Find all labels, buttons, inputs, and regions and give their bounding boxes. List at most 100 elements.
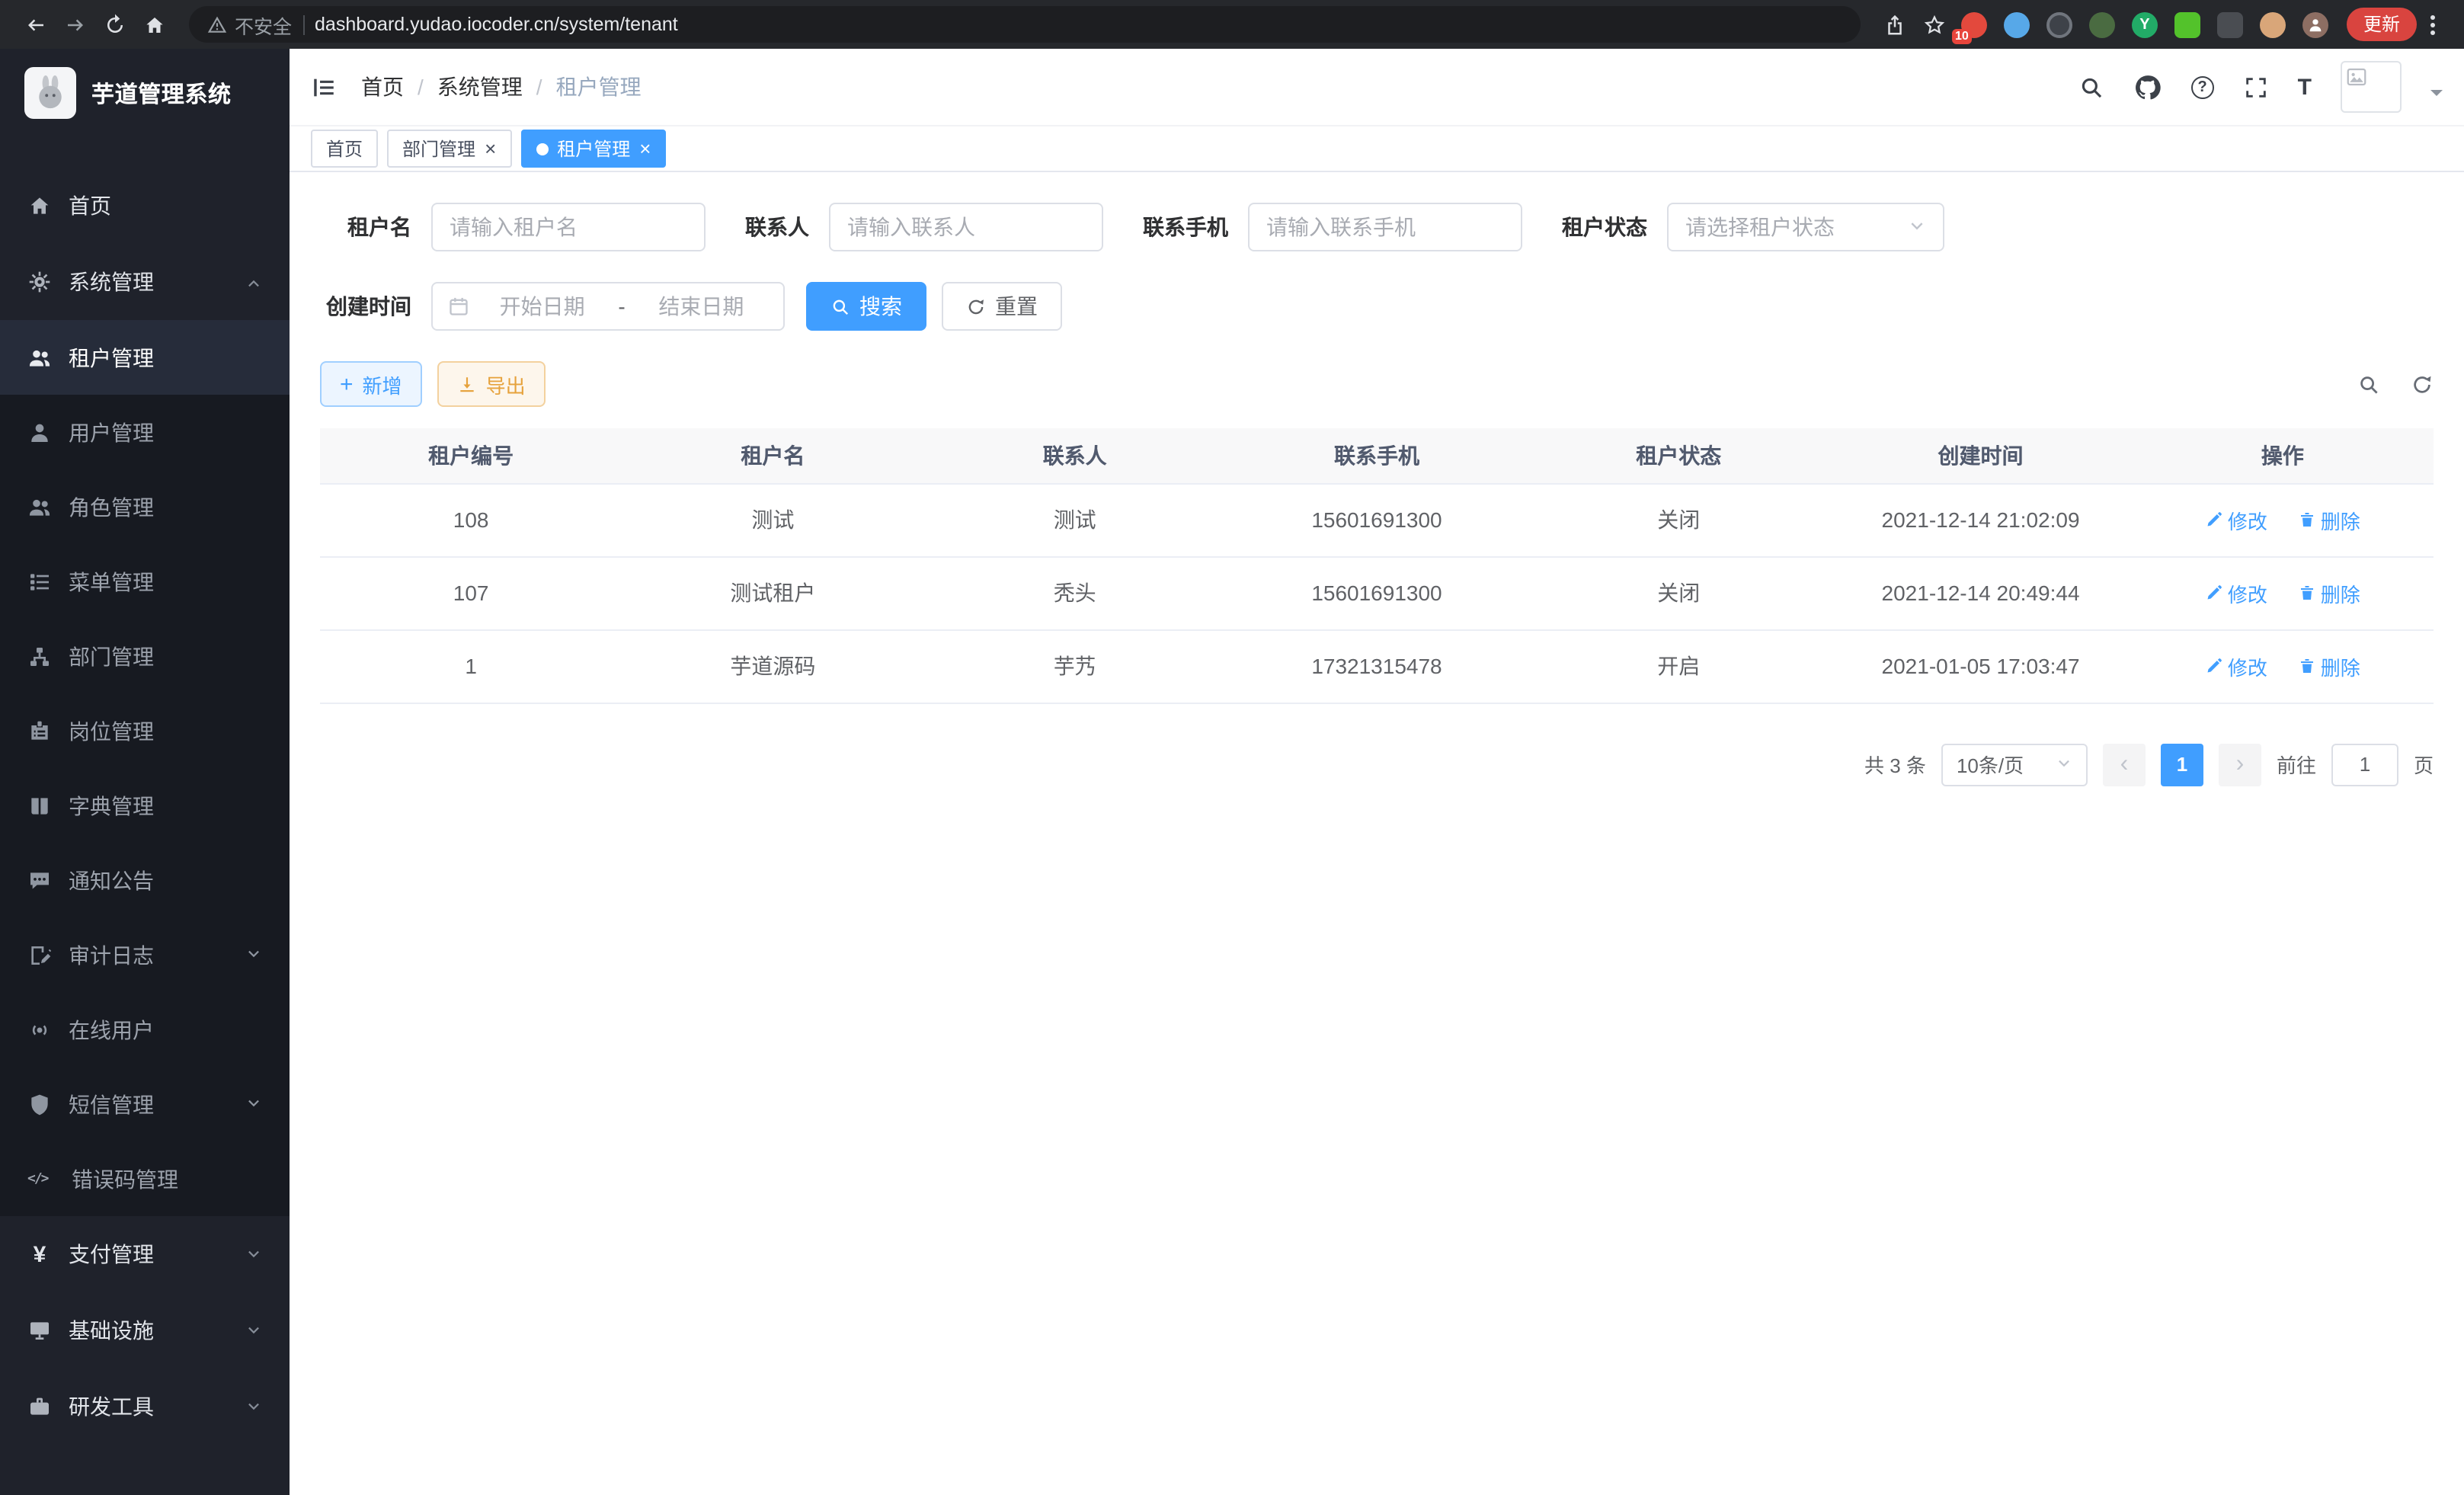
date-range-separator: - <box>615 294 628 319</box>
bookmark-star-icon <box>1924 13 1947 36</box>
app-title: 芋道管理系统 <box>91 77 232 109</box>
close-icon[interactable] <box>485 139 496 158</box>
avatar-dropdown-caret-icon[interactable] <box>2430 90 2443 102</box>
sidebar-item-menu[interactable]: 菜单管理 <box>0 544 290 619</box>
start-date-input[interactable]: 开始日期 <box>475 291 609 322</box>
edit-link[interactable]: 修改 <box>2205 651 2267 680</box>
sidebar-collapse-button[interactable] <box>311 74 337 100</box>
sidebar-item-department[interactable]: 部门管理 <box>0 619 290 693</box>
tenant-name-input[interactable] <box>431 203 706 251</box>
extension-icon-6[interactable] <box>2174 11 2200 37</box>
browser-forward-button[interactable] <box>55 5 94 44</box>
chevron-down-icon <box>245 1246 262 1263</box>
next-page-button[interactable] <box>2219 743 2261 786</box>
breadcrumb-home[interactable]: 首页 <box>361 72 404 102</box>
date-range-picker[interactable]: 开始日期 - 结束日期 <box>431 282 785 331</box>
fullscreen-icon[interactable] <box>2243 74 2269 100</box>
browser-reload-button[interactable] <box>94 5 134 44</box>
sidebar-item-post[interactable]: 岗位管理 <box>0 693 290 768</box>
export-button[interactable]: 导出 <box>437 361 546 407</box>
add-button[interactable]: 新增 <box>320 361 422 407</box>
browser-update-button[interactable]: 更新 <box>2347 8 2417 41</box>
url-text: dashboard.yudao.iocoder.cn/system/tenant <box>315 14 678 35</box>
extension-icon-3[interactable] <box>2046 11 2072 37</box>
extension-icon-5[interactable] <box>2132 11 2158 37</box>
current-page-button[interactable]: 1 <box>2161 743 2203 786</box>
sidebar-group-sms[interactable]: 短信管理 <box>0 1067 290 1141</box>
omnibox-divider <box>302 14 304 34</box>
reset-button[interactable]: 重置 <box>942 282 1062 331</box>
extension-badge: 10 <box>1952 28 1972 43</box>
edit-link[interactable]: 修改 <box>2205 505 2267 534</box>
extension-icon-2[interactable] <box>2004 11 2030 37</box>
extension-icon-4[interactable] <box>2089 11 2115 37</box>
status-label: 租户状态 <box>1562 212 1647 242</box>
sidebar-item-notice[interactable]: 通知公告 <box>0 843 290 917</box>
app-logo-row[interactable]: 芋道管理系统 <box>0 49 290 137</box>
notice-chat-icon <box>27 868 52 892</box>
sidebar-item-role[interactable]: 角色管理 <box>0 469 290 544</box>
pagination: 共 3 条 10条/页 1 前往 页 <box>320 743 2434 786</box>
status-select-placeholder: 请选择租户状态 <box>1685 212 1835 242</box>
delete-link[interactable]: 删除 <box>2298 505 2360 534</box>
page-content: 租户名 联系人 联系手机 租户状态 请选择租户状态 <box>290 172 2464 1495</box>
delete-link[interactable]: 删除 <box>2298 651 2360 680</box>
end-date-input[interactable]: 结束日期 <box>635 291 768 322</box>
font-size-icon[interactable] <box>2298 75 2312 98</box>
tag-home[interactable]: 首页 <box>311 130 378 168</box>
sidebar-item-user[interactable]: 用户管理 <box>0 395 290 469</box>
tag-tenant-active[interactable]: 租户管理 <box>520 130 666 168</box>
reload-icon <box>103 13 126 36</box>
cell-name: 测试租户 <box>622 556 923 629</box>
sms-shield-icon <box>27 1092 52 1116</box>
search-button[interactable]: 搜索 <box>806 282 926 331</box>
security-chip[interactable]: 不安全 <box>207 10 292 39</box>
browser-back-button[interactable] <box>15 5 55 44</box>
cell-contact: 秃头 <box>924 556 1226 629</box>
sidebar-group-infrastructure[interactable]: 基础设施 <box>0 1292 290 1369</box>
sidebar-item-dictionary[interactable]: 字典管理 <box>0 768 290 843</box>
tag-department[interactable]: 部门管理 <box>387 130 511 168</box>
trash-icon <box>2298 511 2316 529</box>
forward-icon <box>63 13 86 36</box>
search-toggle-icon[interactable] <box>2357 373 2380 395</box>
chevron-down-icon <box>245 1096 262 1112</box>
pen-icon <box>2205 657 2223 675</box>
cell-id: 1 <box>320 629 622 703</box>
sidebar-group-payment[interactable]: ¥ 支付管理 <box>0 1216 290 1292</box>
sidebar-item-online-user[interactable]: 在线用户 <box>0 992 290 1067</box>
collapse-menu-icon <box>311 74 337 100</box>
browser-home-button[interactable] <box>134 5 174 44</box>
refresh-icon[interactable] <box>2411 373 2434 395</box>
delete-link[interactable]: 删除 <box>2298 578 2360 607</box>
search-icon[interactable] <box>2078 74 2104 100</box>
department-tree-icon <box>27 644 52 668</box>
sidebar-group-dev-tools[interactable]: 研发工具 <box>0 1369 290 1445</box>
sidebar-item-tenant[interactable]: 租户管理 <box>0 320 290 395</box>
sidebar-item-error-code[interactable]: </> 错误码管理 <box>0 1141 290 1216</box>
address-bar[interactable]: 不安全 dashboard.yudao.iocoder.cn/system/te… <box>189 6 1861 43</box>
download-icon <box>457 374 477 394</box>
edit-link[interactable]: 修改 <box>2205 578 2267 607</box>
phone-input[interactable] <box>1248 203 1522 251</box>
goto-page-input[interactable] <box>2331 743 2398 786</box>
browser-bookmark-button[interactable] <box>1915 5 1955 44</box>
sidebar-item-home[interactable]: 首页 <box>0 168 290 244</box>
sidebar-group-system[interactable]: 系统管理 <box>0 244 290 320</box>
extension-puzzle-icon[interactable] <box>2217 11 2243 37</box>
browser-share-button[interactable] <box>1876 5 1915 44</box>
extension-icon-1[interactable]: 10 <box>1961 11 1987 37</box>
tenant-table: 租户编号 租户名 联系人 联系手机 租户状态 创建时间 操作 108 测试 <box>320 428 2434 703</box>
sidebar-group-audit-log[interactable]: 审计日志 <box>0 917 290 992</box>
extension-icon-8[interactable] <box>2260 11 2286 37</box>
close-icon[interactable] <box>639 139 651 158</box>
github-icon[interactable] <box>2133 72 2162 101</box>
page-size-select[interactable]: 10条/页 <box>1941 743 2088 786</box>
status-select[interactable]: 请选择租户状态 <box>1667 203 1944 251</box>
browser-profile-avatar[interactable] <box>2302 11 2328 37</box>
browser-menu-icon[interactable] <box>2430 22 2435 27</box>
contact-input[interactable] <box>829 203 1103 251</box>
user-avatar[interactable] <box>2341 61 2402 113</box>
prev-page-button[interactable] <box>2103 743 2146 786</box>
help-icon[interactable] <box>2191 75 2214 98</box>
